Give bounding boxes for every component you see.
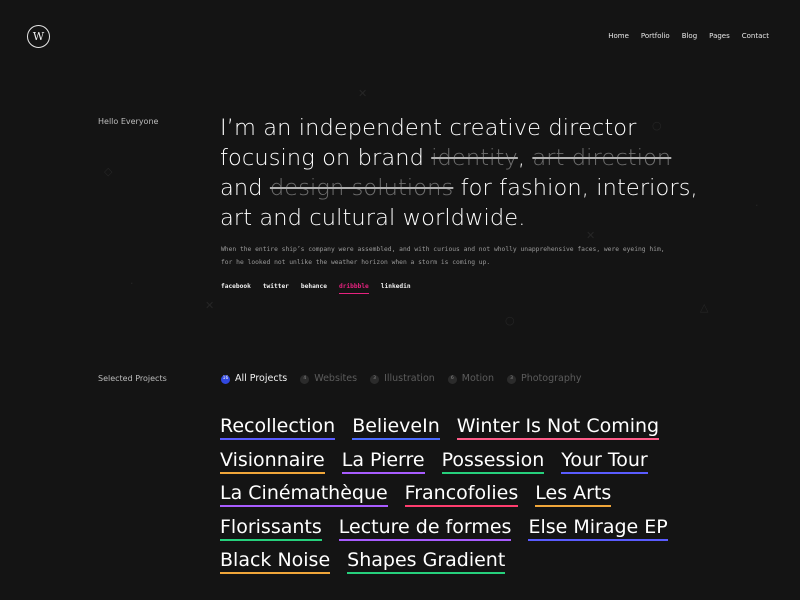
project-link-believein[interactable]: BelieveIn	[352, 414, 440, 440]
decorative-mark: ·	[755, 199, 759, 212]
project-row: Recollection BelieveIn Winter Is Not Com…	[220, 414, 700, 448]
filter-count-badge: 3	[507, 374, 516, 384]
project-link-else-mirage-ep[interactable]: Else Mirage EP	[528, 515, 668, 541]
project-list: Recollection BelieveIn Winter Is Not Com…	[220, 414, 700, 582]
decorative-mark: △	[700, 301, 709, 314]
decorative-mark: ○	[505, 314, 515, 327]
social-behance[interactable]: behance	[301, 282, 327, 294]
intro-eyebrow: Hello Everyone	[98, 117, 159, 126]
strike-word-identity: identity	[431, 145, 518, 171]
project-row: Black Noise Shapes Gradient	[220, 548, 700, 582]
project-link-your-tour[interactable]: Your Tour	[561, 448, 648, 474]
nav-blog[interactable]: Blog	[682, 31, 697, 41]
strike-word-art-direction: art direction	[532, 145, 672, 171]
subtext-line-2: for he looked not unlike the weather hor…	[221, 258, 491, 266]
headline-text: ,	[517, 145, 533, 171]
logo-icon[interactable]: W	[27, 25, 50, 48]
nav-pages[interactable]: Pages	[709, 31, 730, 41]
projects-label: Selected Projects	[98, 374, 167, 383]
project-link-florissants[interactable]: Florissants	[220, 515, 322, 541]
decorative-mark: ✕	[358, 87, 368, 100]
project-link-les-arts[interactable]: Les Arts	[535, 481, 612, 507]
filter-count-badge: 6	[447, 374, 457, 384]
project-link-recollection[interactable]: Recollection	[220, 414, 336, 440]
filter-count-badge: 16	[221, 374, 230, 384]
main-nav: Home Portfolio Blog Pages Contact	[608, 31, 769, 41]
decorative-mark: ·	[130, 277, 134, 290]
filter-label: All Projects	[235, 373, 288, 384]
filter-count-badge: 3	[370, 374, 380, 384]
filter-label: Photography	[521, 373, 582, 384]
project-filters: 16 All Projects 4 Websites 3 Illustratio…	[221, 373, 582, 385]
project-link-black-noise[interactable]: Black Noise	[220, 548, 331, 574]
filter-count-badge: 4	[300, 374, 310, 384]
filter-label: Illustration	[384, 373, 435, 384]
headline-text: for fashion, interiors,	[453, 175, 698, 201]
social-linkedin[interactable]: linkedin	[381, 282, 411, 294]
headline-line-1: I’m an independent creative director	[220, 115, 637, 141]
project-link-possession[interactable]: Possession	[441, 448, 545, 474]
decorative-mark: ✕	[205, 299, 215, 312]
filter-label: Websites	[314, 373, 358, 384]
nav-contact[interactable]: Contact	[742, 31, 769, 41]
project-link-lecture-de-formes[interactable]: Lecture de formes	[338, 515, 512, 541]
filter-motion[interactable]: 6 Motion	[447, 373, 494, 385]
social-links: facebook twitter behance dribbble linked…	[221, 282, 411, 294]
nav-portfolio[interactable]: Portfolio	[641, 31, 670, 41]
filter-all-projects[interactable]: 16 All Projects	[221, 373, 287, 385]
intro-subtext: When the entire ship’s company were asse…	[221, 244, 701, 269]
project-link-shapes-gradient[interactable]: Shapes Gradient	[347, 548, 506, 574]
project-link-winter-is-not-coming[interactable]: Winter Is Not Coming	[456, 414, 660, 440]
project-link-visionnaire[interactable]: Visionnaire	[220, 448, 325, 474]
project-link-la-cinematheque[interactable]: La Cinémathèque	[220, 481, 388, 507]
subtext-line-1: When the entire ship’s company were asse…	[221, 246, 665, 253]
project-row: Visionnaire La Pierre Possession Your To…	[220, 448, 700, 482]
strike-word-design-solutions: design solutions	[269, 175, 454, 201]
headline-line-4: art and cultural worldwide.	[220, 205, 526, 231]
social-twitter[interactable]: twitter	[263, 282, 289, 294]
project-row: Florissants Lecture de formes Else Mirag…	[220, 515, 700, 549]
logo-letter: W	[32, 30, 45, 43]
filter-illustration[interactable]: 3 Illustration	[370, 373, 435, 385]
decorative-mark: ◇	[104, 165, 113, 178]
project-link-la-pierre[interactable]: La Pierre	[341, 448, 425, 474]
project-row: La Cinémathèque Francofolies Les Arts	[220, 481, 700, 515]
social-dribbble[interactable]: dribbble	[338, 282, 369, 294]
headline-text: and	[220, 175, 270, 201]
headline-text: focusing on brand	[220, 145, 432, 171]
project-link-francofolies[interactable]: Francofolies	[404, 481, 519, 507]
nav-home[interactable]: Home	[608, 31, 629, 41]
filter-label: Motion	[461, 373, 494, 384]
social-facebook[interactable]: facebook	[221, 282, 251, 294]
hero-headline: I’m an independent creative director foc…	[220, 113, 720, 233]
filter-websites[interactable]: 4 Websites	[300, 373, 357, 385]
page: ✕ ○ ◇ ✕ △ ○ ✕ · · W Home Portfolio Blog …	[0, 0, 800, 600]
filter-photography[interactable]: 3 Photography	[507, 373, 582, 385]
